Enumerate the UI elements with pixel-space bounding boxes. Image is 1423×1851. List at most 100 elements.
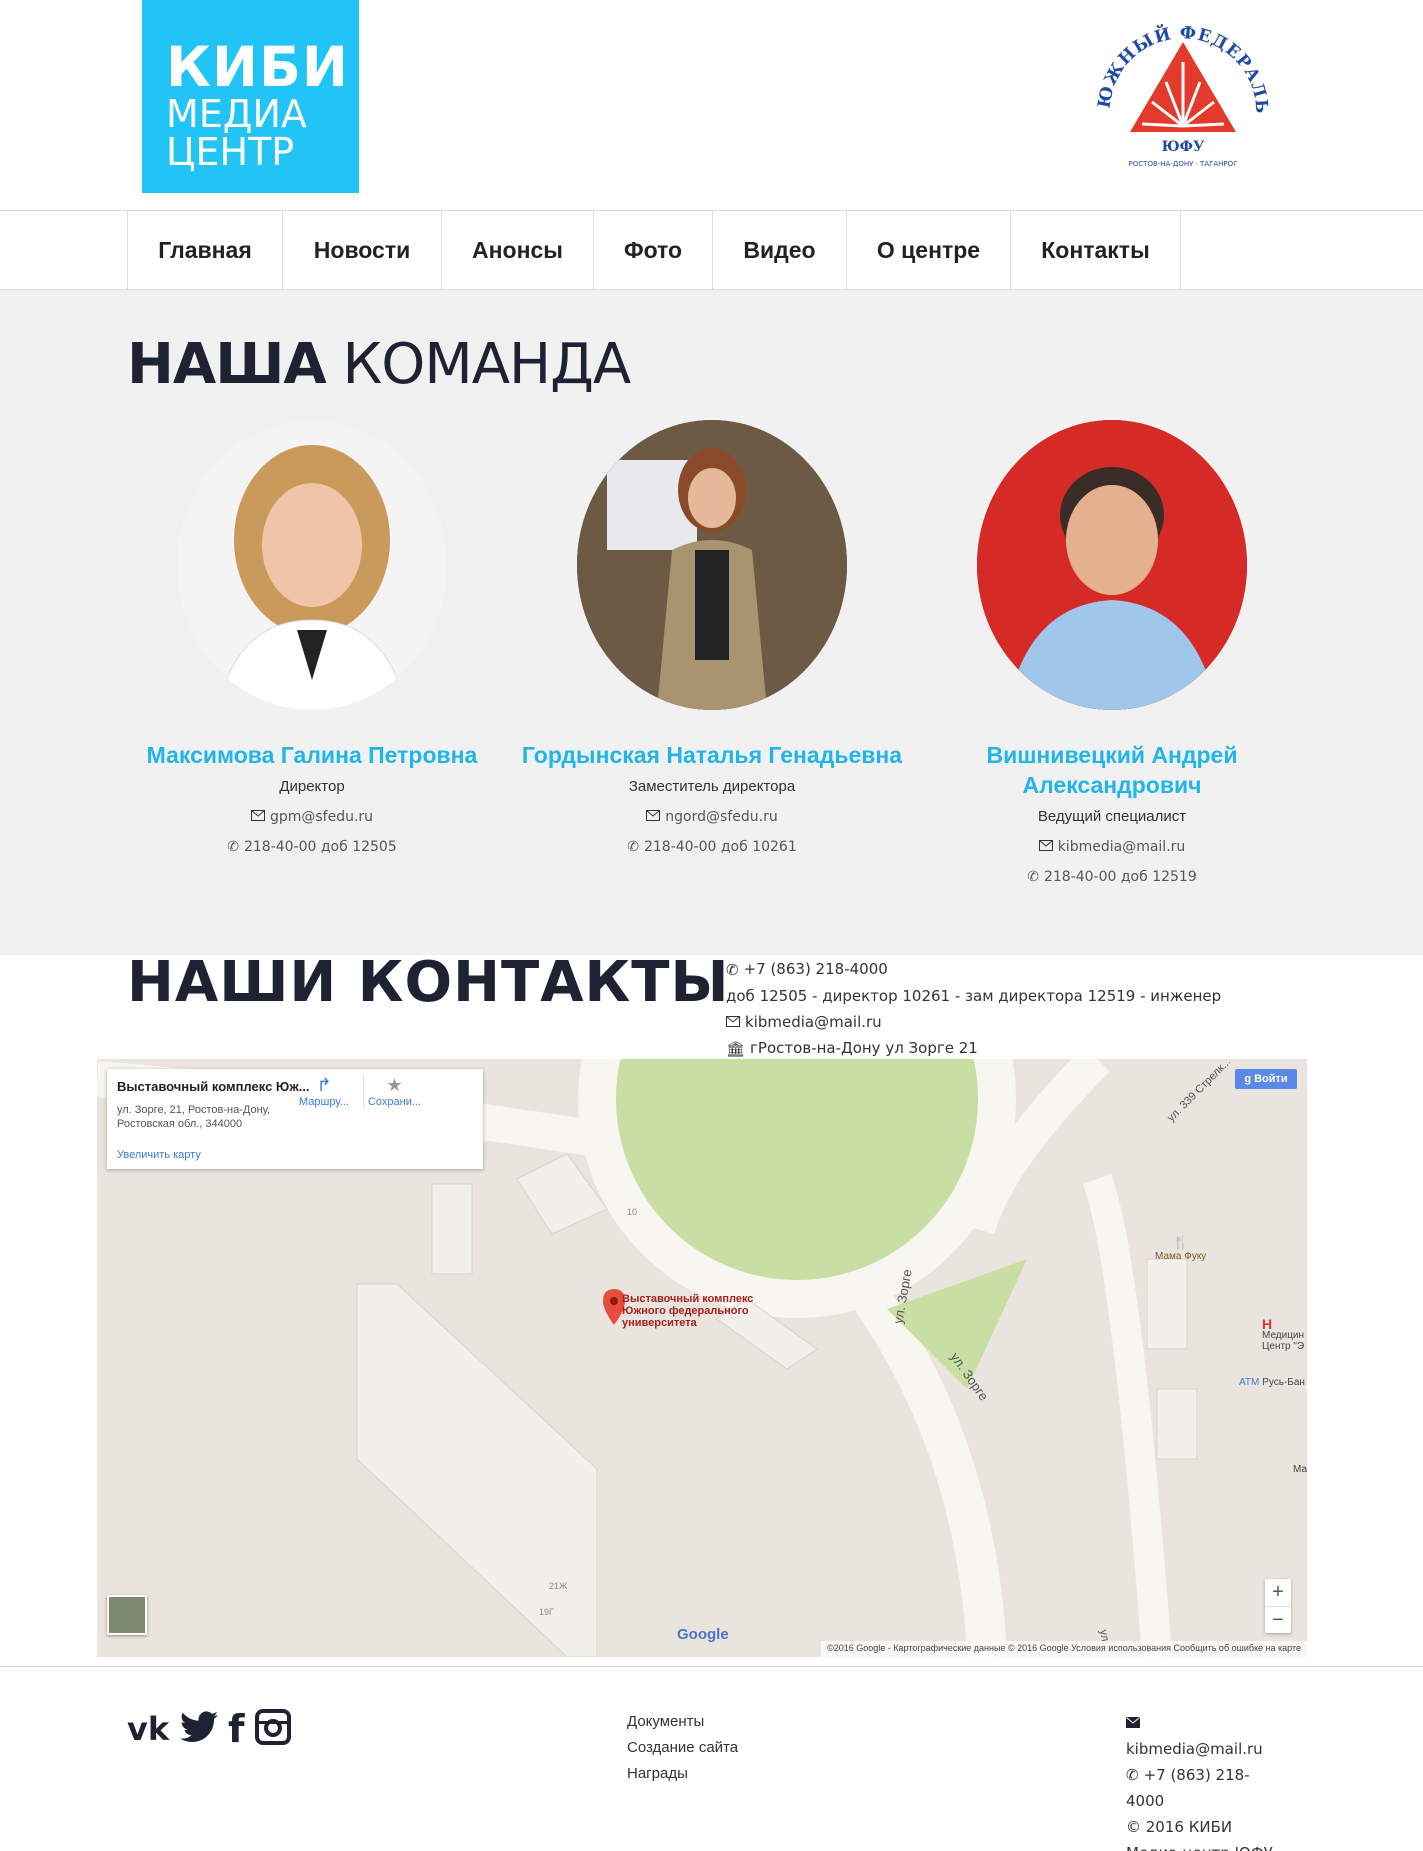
envelope-icon — [1126, 1710, 1140, 1736]
star-icon: ★ — [386, 1075, 403, 1095]
nav-video[interactable]: Видео — [712, 211, 846, 290]
member-name[interactable]: Максимова Галина Петровна — [112, 740, 512, 770]
nav-news[interactable]: Новости — [282, 211, 441, 290]
team-member-card: Вишнивецкий Андрей Александрович Ведущий… — [912, 420, 1312, 885]
nav-about[interactable]: О центре — [846, 211, 1010, 290]
member-email-line: gpm@sfedu.ru — [112, 809, 512, 825]
save-place-button[interactable]: ★ Сохрани... — [363, 1075, 425, 1108]
member-email-line: ngord@sfedu.ru — [512, 809, 912, 825]
member-email[interactable]: ngord@sfedu.ru — [665, 809, 777, 825]
poi-bank[interactable]: ATM Русь-Бан — [1239, 1377, 1305, 1388]
social-links: vk f — [127, 1707, 297, 1751]
kibi-logo[interactable]: КИБИ МЕДИА ЦЕНТР — [142, 0, 359, 193]
map-signin-button[interactable]: g Войти — [1235, 1069, 1297, 1089]
member-phone-line: ✆ 218-40-00 доб 12519 — [912, 869, 1312, 885]
poi-label: Русь-Бан — [1262, 1377, 1305, 1388]
vk-icon[interactable]: vk — [127, 1710, 169, 1748]
poi-medical[interactable]: H Медицин Центр "Э — [1262, 1316, 1305, 1352]
university-cities: РОСТОВ-НА-ДОНУ · ТАГАНРОГ — [1129, 160, 1238, 168]
enlarge-map-link[interactable]: Увеличить карту — [117, 1149, 201, 1161]
hospital-icon: H — [1262, 1316, 1273, 1332]
contact-phone: +7 (863) 218-4000 — [743, 960, 888, 978]
envelope-icon — [646, 809, 661, 825]
member-email[interactable]: gpm@sfedu.ru — [270, 809, 373, 825]
facebook-icon[interactable]: f — [228, 1707, 245, 1751]
place-address: ул. Зорге, 21, Ростов-на-Дону, Ростовска… — [117, 1103, 270, 1131]
member-phone: 218-40-00 доб 10261 — [643, 839, 797, 855]
phone-icon: ✆ — [227, 839, 239, 855]
main-nav: Главная Новости Анонсы Фото Видео О цент… — [0, 210, 1423, 290]
logo-line-2: МЕДИА — [166, 92, 307, 136]
marker-line-3: университета — [622, 1317, 697, 1329]
save-label: Сохрани... — [367, 1096, 422, 1108]
university-abbr: ЮФУ — [1162, 139, 1205, 155]
google-logo: Google — [677, 1626, 729, 1643]
team-title: НАША КОМАНДА — [127, 332, 631, 397]
satellite-toggle[interactable] — [107, 1595, 147, 1635]
member-name[interactable]: Гордынская Наталья Генадьевна — [512, 740, 912, 770]
sfedu-logo[interactable]: ЮЖНЫЙ ФЕДЕРАЛЬНЫЙ УНИВЕРСИТЕТ ЮФУ РОСТОВ… — [1069, 0, 1286, 190]
bank-icon: 🏛 — [726, 1039, 746, 1058]
member-phone: 218-40-00 доб 12519 — [1043, 869, 1197, 885]
contact-email-line: kibmedia@mail.ru — [726, 1009, 1221, 1036]
poi-restaurant[interactable]: 🍴 Мама Фуку — [1155, 1235, 1206, 1262]
zoom-control: + − — [1265, 1579, 1291, 1633]
poi-label: Центр "Э — [1262, 1341, 1305, 1352]
contact-details: ✆ +7 (863) 218-4000 доб 12505 - директор … — [726, 956, 1221, 1062]
marker-line-1: Выставочный комплекс — [622, 1293, 754, 1305]
envelope-icon — [726, 1009, 740, 1035]
map-attribution[interactable]: ©2016 Google - Картографические данные ©… — [821, 1641, 1307, 1657]
poi-label: Медицин — [1262, 1330, 1305, 1341]
footer-link-awards[interactable]: Награды — [627, 1761, 738, 1787]
contact-ext: доб 12505 - директор 10261 - зам директо… — [726, 986, 1222, 1005]
footer-email-line: kibmedia@mail.ru — [1126, 1709, 1276, 1762]
nav-contacts[interactable]: Контакты — [1010, 211, 1181, 290]
zoom-out-button[interactable]: − — [1265, 1606, 1291, 1633]
place-title: Выставочный комплекс Юж... — [117, 1079, 310, 1094]
building-number: 10 — [627, 1207, 638, 1217]
member-email[interactable]: kibmedia@mail.ru — [1058, 839, 1186, 855]
atm-icon: ATM — [1239, 1377, 1260, 1388]
footer-contacts: kibmedia@mail.ru ✆ +7 (863) 218-4000 © 20… — [1126, 1709, 1276, 1851]
site-footer: vk f Документы Создание сайта Награды ki… — [0, 1666, 1423, 1851]
contact-email[interactable]: kibmedia@mail.ru — [745, 1013, 882, 1031]
nav-photo[interactable]: Фото — [593, 211, 712, 290]
logo-line-1: КИБИ — [166, 35, 349, 99]
phone-icon: ✆ — [627, 839, 639, 855]
team-member-card: Гордынская Наталья Генадьевна Заместител… — [512, 420, 912, 855]
google-map[interactable]: Выставочный комплекс Южного федерального… — [97, 1059, 1307, 1657]
place-address-line: Ростовская обл., 344000 — [117, 1118, 243, 1130]
building-number: 21Ж — [549, 1581, 568, 1591]
site-header: КИБИ МЕДИА ЦЕНТР ЮЖНЫЙ ФЕДЕРАЛЬНЫЙ УНИВЕ… — [0, 0, 1423, 211]
signin-label: Войти — [1254, 1073, 1288, 1085]
poi-label: Ма — [1293, 1464, 1307, 1475]
instagram-icon[interactable] — [255, 1708, 292, 1750]
marker-line-2: Южного федерального — [622, 1305, 749, 1317]
footer-email[interactable]: kibmedia@mail.ru — [1126, 1740, 1263, 1758]
nav-home[interactable]: Главная — [127, 211, 282, 290]
member-phone: 218-40-00 доб 12505 — [243, 839, 397, 855]
footer-link-site-creation[interactable]: Создание сайта — [627, 1735, 738, 1761]
member-role: Директор — [279, 778, 345, 795]
footer-link-documents[interactable]: Документы — [627, 1709, 738, 1735]
zoom-in-button[interactable]: + — [1265, 1579, 1291, 1606]
member-name[interactable]: Вишнивецкий Андрей Александрович — [912, 740, 1312, 800]
logo-line-3: ЦЕНТР — [166, 130, 295, 174]
footer-phone: +7 (863) 218-4000 — [1126, 1765, 1250, 1811]
team-member-card: Максимова Галина Петровна Директор gpm@s… — [112, 420, 512, 855]
nav-announcements[interactable]: Анонсы — [441, 211, 593, 290]
phone-icon: ✆ — [726, 960, 739, 979]
map-place-card: Выставочный комплекс Юж... ул. Зорге, 21… — [107, 1069, 483, 1169]
building-number: 19Г — [539, 1607, 554, 1617]
twitter-icon[interactable] — [179, 1710, 218, 1748]
map-marker-label: Выставочный комплекс Южного федерального… — [622, 1293, 753, 1329]
route-button[interactable]: ↱ Маршру... — [293, 1075, 355, 1108]
envelope-icon — [250, 809, 265, 825]
footer-links: Документы Создание сайта Награды — [627, 1709, 738, 1787]
directions-icon: ↱ — [316, 1075, 332, 1095]
member-photo — [577, 420, 847, 710]
footer-copyright: © 2016 КИБИ Медиа центр ЮФУ — [1126, 1818, 1273, 1851]
contact-phone-line: ✆ +7 (863) 218-4000 — [726, 956, 1221, 983]
member-phone-line: ✆ 218-40-00 доб 12505 — [112, 839, 512, 855]
contacts-title: НАШИ КОНТАКТЫ — [127, 950, 730, 1015]
